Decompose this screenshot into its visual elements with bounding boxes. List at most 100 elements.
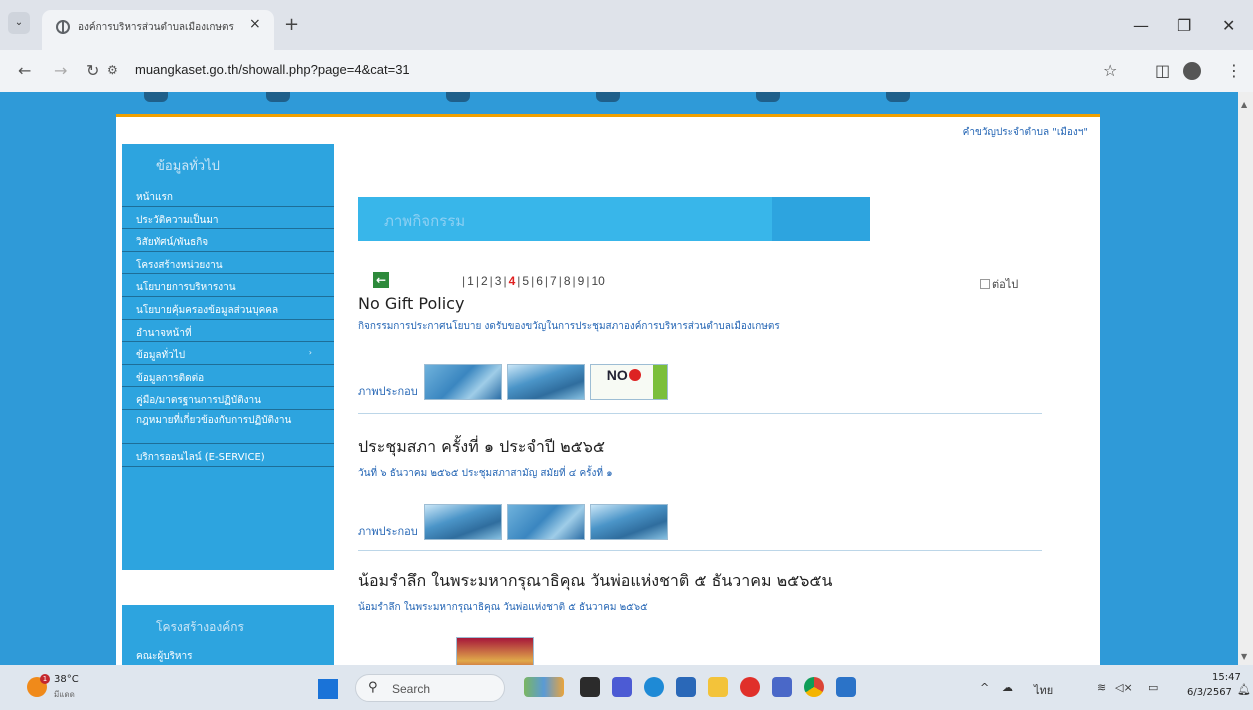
sidebar-item-vision[interactable]: วิสัยทัศน์/พันธกิจ [122,229,334,252]
profile-avatar-icon[interactable] [1183,62,1201,80]
sidebar-item-structure[interactable]: โครงสร้างหน่วยงาน [122,252,334,275]
sidebar-item-laws[interactable]: กฎหมายที่เกี่ยวข้องกับการปฏิบัติงาน [122,410,334,444]
file-explorer-icon[interactable] [708,677,728,697]
pagination-separator: | [558,274,562,288]
sidebar-item-executives[interactable]: คณะผู้บริหาร [122,643,334,665]
item-subtitle[interactable]: กิจกรรมการประกาศนโยบาย งดรับของขวัญในการ… [358,319,1042,334]
sidebar-item-home[interactable]: หน้าแรก [122,184,334,207]
next-page-link[interactable]: ต่อไป [980,275,1018,293]
meet-icon[interactable] [612,677,632,697]
back-arrow-icon[interactable]: ← [373,272,389,288]
sidebar-item-authority[interactable]: อำนาจหน้าที่ [122,320,334,343]
pagination-separator: | [531,274,535,288]
site-info-icon[interactable]: ⚙ [107,63,118,77]
minimize-icon[interactable]: — [1133,16,1149,35]
windows-start-icon[interactable] [318,679,338,699]
weather-badge: 1 [40,674,50,684]
close-window-icon[interactable]: ✕ [1222,16,1235,35]
weather-temperature[interactable]: 38°C [54,674,79,685]
item-gallery: ภาพประกอบ [358,504,673,540]
sidebar-item-manual[interactable]: คู่มือ/มาตรฐานการปฏิบัติงาน [122,387,334,410]
nav-icon[interactable] [266,92,290,102]
opera-icon[interactable] [740,677,760,697]
back-icon[interactable]: ← [18,61,31,80]
tagline-link[interactable]: คำขวัญประจำตำบล "เมืองฯ" [963,125,1088,140]
scroll-down-icon[interactable]: ▼ [1241,652,1247,661]
reload-icon[interactable]: ↻ [86,61,99,80]
nav-icon[interactable] [446,92,470,102]
forward-icon[interactable]: → [54,61,67,80]
photo-thumbnail[interactable] [456,637,534,665]
nav-icon[interactable] [886,92,910,102]
nav-icon[interactable] [596,92,620,102]
photo-thumbnail[interactable] [506,504,585,540]
word-icon[interactable] [836,677,856,697]
item-title[interactable]: No Gift Policy [358,294,1042,313]
battery-icon[interactable]: ▭ [1148,681,1158,694]
poster-ribbon [652,365,667,399]
weather-description: มีแดด [54,690,75,699]
url-field[interactable]: muangkaset.go.th/showall.php?page=4&cat=… [135,62,410,77]
item-title[interactable]: ประชุมสภา ครั้งที่ ๑ ประจำปี ๒๕๖๕ [358,435,1042,460]
page-link-3[interactable]: 3 [495,274,502,288]
tab-close-button[interactable]: × [249,16,261,32]
sidebar-item-contact[interactable]: ข้อมูลการติดต่อ [122,365,334,388]
sidebar-item-policy[interactable]: นโยบายการบริหารงาน [122,274,334,297]
sidebar-general: ข้อมูลทั่วไป หน้าแรก ประวัติความเป็นมา ว… [122,144,334,570]
chrome-icon[interactable] [804,677,824,697]
poster-thumbnail[interactable]: NO [589,364,668,400]
photo-thumbnail[interactable] [423,364,502,400]
task-view-icon[interactable] [580,677,600,697]
clock-date[interactable]: 6/3/2567 [1187,687,1232,698]
edge-icon[interactable] [644,677,664,697]
page-link-2[interactable]: 2 [481,274,488,288]
divider [358,413,1042,414]
scrollbar[interactable]: ▲ ▼ [1238,92,1253,665]
chevron-right-icon: › [308,348,312,358]
pagination-separator: | [586,274,590,288]
network-cloud-icon[interactable]: ☁ [1002,681,1013,694]
item-subtitle[interactable]: วันที่ ๖ ธันวาคม ๒๕๖๕ ประชุมสภาสามัญ สมั… [358,466,1042,481]
taskbar-search[interactable]: ⚲ Search [355,674,505,702]
page-link-1[interactable]: 1 [467,274,474,288]
wifi-icon[interactable]: ≋ [1097,681,1106,694]
widgets-icon[interactable] [524,677,564,697]
page-link-8[interactable]: 8 [564,274,571,288]
page-link-10[interactable]: 10 [591,274,604,288]
sidebar-item-e-service[interactable]: บริการออนไลน์ (E-SERVICE) [122,444,334,467]
notification-bell-icon[interactable]: 🔔︎ [1237,683,1251,696]
page-viewport: คำขวัญประจำตำบล "เมืองฯ" ข้อมูลทั่วไป หน… [0,92,1238,665]
content-area: คำขวัญประจำตำบล "เมืองฯ" ข้อมูลทั่วไป หน… [116,114,1100,665]
photo-thumbnail[interactable] [423,504,502,540]
language-indicator[interactable]: ไทย [1034,681,1053,699]
photo-thumbnail[interactable] [506,364,585,400]
section-banner: ภาพกิจกรรม [358,197,870,241]
page-link-6[interactable]: 6 [536,274,543,288]
page-link-9[interactable]: 9 [578,274,585,288]
item-subtitle[interactable]: น้อมรำลึก ในพระมหากรุณาธิคุณ วันพ่อแห่งช… [358,600,1042,615]
tab-search-icon[interactable]: ⌄ [8,12,30,34]
item-title[interactable]: น้อมรำลึก ในพระมหากรุณาธิคุณ วันพ่อแห่งช… [358,569,1042,594]
nav-icon[interactable] [756,92,780,102]
new-tab-button[interactable]: + [284,14,299,35]
browser-tab[interactable]: องค์การบริหารส่วนตำบลเมืองเกษตร × [42,10,274,50]
restore-icon[interactable]: ❐ [1177,16,1191,35]
page-link-7[interactable]: 7 [550,274,557,288]
mail-icon[interactable] [676,677,696,697]
pagination-separator: | [462,274,466,288]
photos-icon[interactable] [772,677,792,697]
volume-icon[interactable]: ◁× [1115,681,1133,694]
menu-dots-icon[interactable]: ⋮ [1226,61,1242,80]
photo-thumbnail[interactable] [589,504,668,540]
tray-chevron-icon[interactable]: ^ [980,681,989,694]
sidebar-item-history[interactable]: ประวัติความเป็นมา [122,207,334,230]
page-link-4[interactable]: 4 [509,274,516,288]
bookmark-star-icon[interactable]: ☆ [1103,61,1117,80]
page-link-5[interactable]: 5 [522,274,529,288]
side-panel-icon[interactable]: ◫ [1155,61,1170,80]
sidebar-item-privacy-policy[interactable]: นโยบายคุ้มครองข้อมูลส่วนบุคคล [122,297,334,320]
nav-icon[interactable] [144,92,168,102]
sidebar-item-general-info[interactable]: ข้อมูลทั่วไป › [122,342,334,365]
scroll-up-icon[interactable]: ▲ [1241,100,1247,109]
clock-time[interactable]: 15:47 [1212,672,1241,683]
